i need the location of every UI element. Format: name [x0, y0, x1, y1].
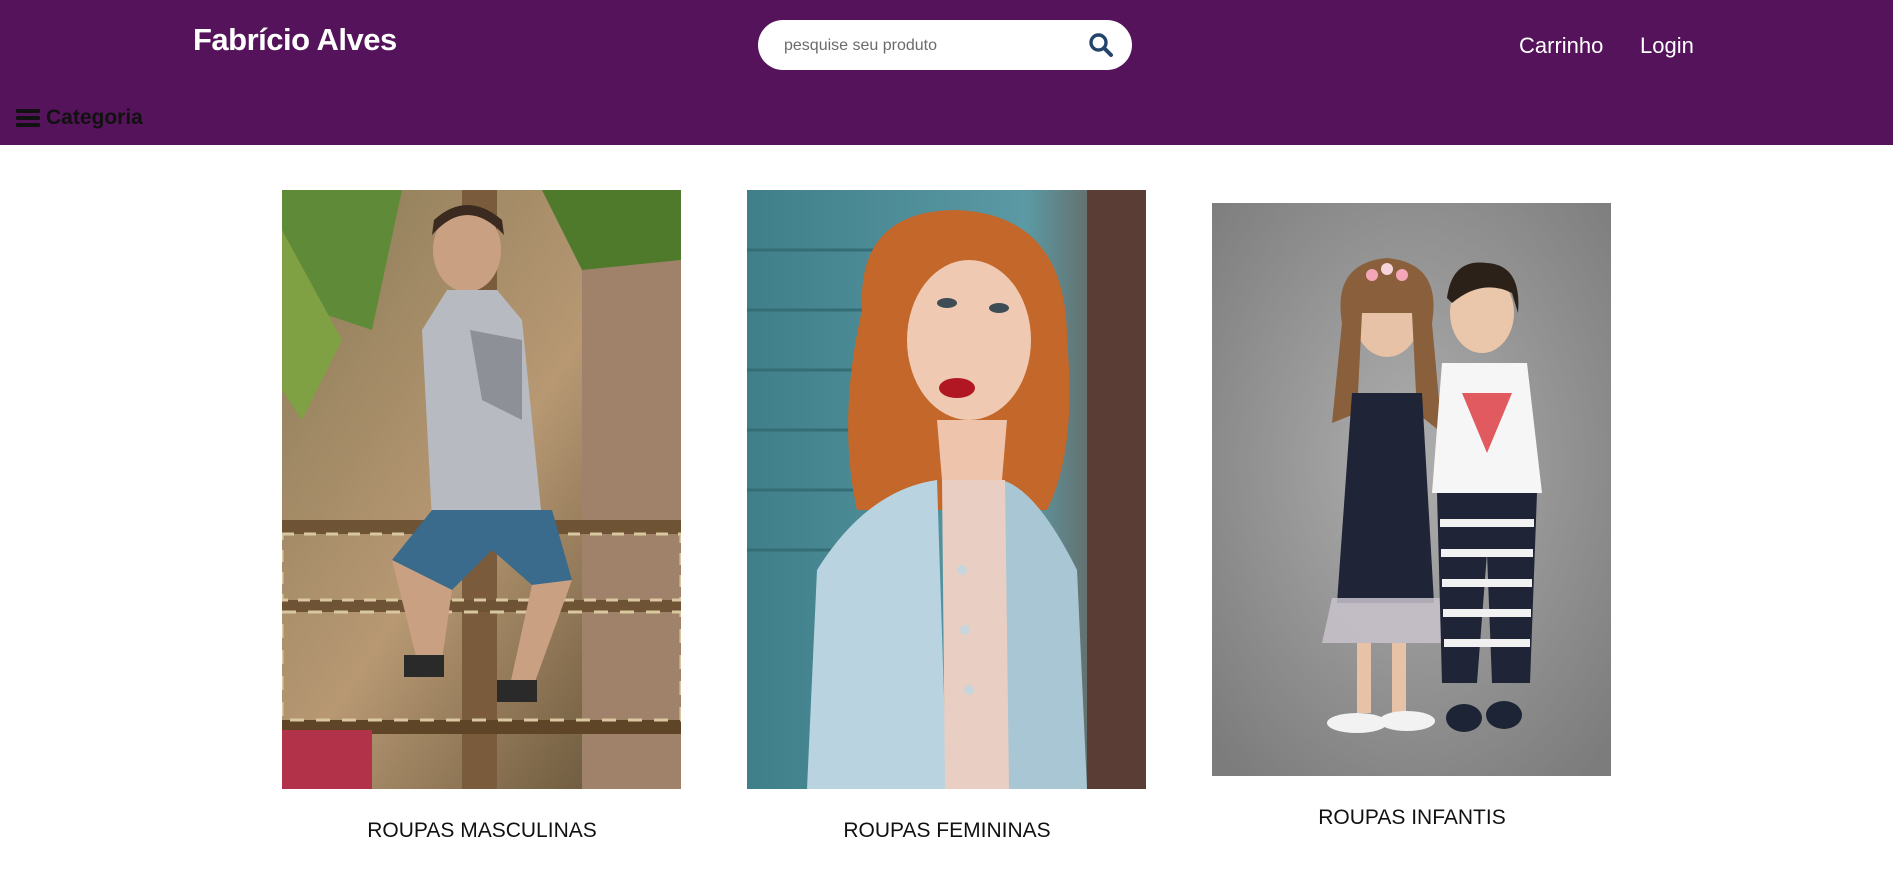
category-card-label: ROUPAS INFANTIS — [1318, 806, 1506, 829]
category-card-label: ROUPAS FEMININAS — [843, 819, 1051, 842]
top-header: Fabrício Alves Carrinho Login Categoria — [0, 0, 1893, 145]
category-card-kids[interactable]: ROUPAS INFANTIS — [1212, 203, 1612, 830]
search-input[interactable] — [782, 20, 1086, 72]
search-button[interactable] — [1088, 32, 1114, 58]
cart-link[interactable]: Carrinho — [1519, 33, 1603, 59]
category-card-label: ROUPAS MASCULINAS — [367, 819, 597, 842]
men-clothing-photo — [282, 190, 681, 789]
search-icon — [1089, 33, 1113, 57]
category-menu-label: Categoria — [46, 106, 143, 129]
category-card-men[interactable]: ROUPAS MASCULINAS — [282, 190, 682, 843]
women-clothing-photo — [747, 190, 1146, 789]
login-link[interactable]: Login — [1640, 33, 1694, 59]
hamburger-menu-icon — [16, 109, 40, 127]
category-menu-toggle[interactable]: Categoria — [16, 105, 143, 131]
search-bar — [758, 20, 1132, 72]
category-card-women[interactable]: ROUPAS FEMININAS — [747, 190, 1147, 843]
kids-clothing-photo — [1212, 203, 1611, 776]
brand-logo[interactable]: Fabrício Alves — [193, 22, 397, 58]
